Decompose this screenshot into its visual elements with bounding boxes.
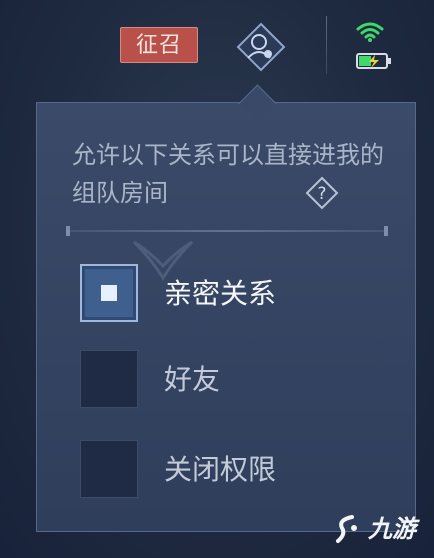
- battery-charging-icon: [356, 53, 391, 69]
- option-label: 关闭权限: [164, 453, 277, 486]
- person-badge-icon: [236, 22, 286, 72]
- option-label: 亲密关系: [164, 277, 277, 310]
- question-icon[interactable]: ?: [305, 176, 339, 210]
- intimate-relation-checkbox[interactable]: [80, 264, 138, 322]
- option-disable-permission[interactable]: 关闭权限: [80, 440, 380, 500]
- disable-permission-checkbox[interactable]: [80, 440, 138, 498]
- option-friends[interactable]: 好友: [80, 350, 380, 410]
- jiuyou-logo-icon: [336, 515, 357, 543]
- watermark-text: 九游: [368, 515, 416, 543]
- check-mark-icon: [101, 285, 117, 301]
- topbar-divider: [326, 16, 327, 74]
- watermark-logo: 九游: [332, 506, 430, 552]
- panel-divider: [66, 226, 388, 236]
- permission-description: 允许以下关系可以直接进我的组队房间: [72, 141, 384, 207]
- recruit-button[interactable]: 征召: [120, 27, 198, 63]
- friends-checkbox[interactable]: [80, 350, 138, 408]
- wifi-icon: [356, 22, 384, 42]
- option-label: 好友: [164, 363, 221, 396]
- team-permission-button[interactable]: [236, 22, 286, 72]
- option-intimate-relation[interactable]: 亲密关系: [80, 264, 380, 324]
- svg-text:?: ?: [317, 184, 326, 204]
